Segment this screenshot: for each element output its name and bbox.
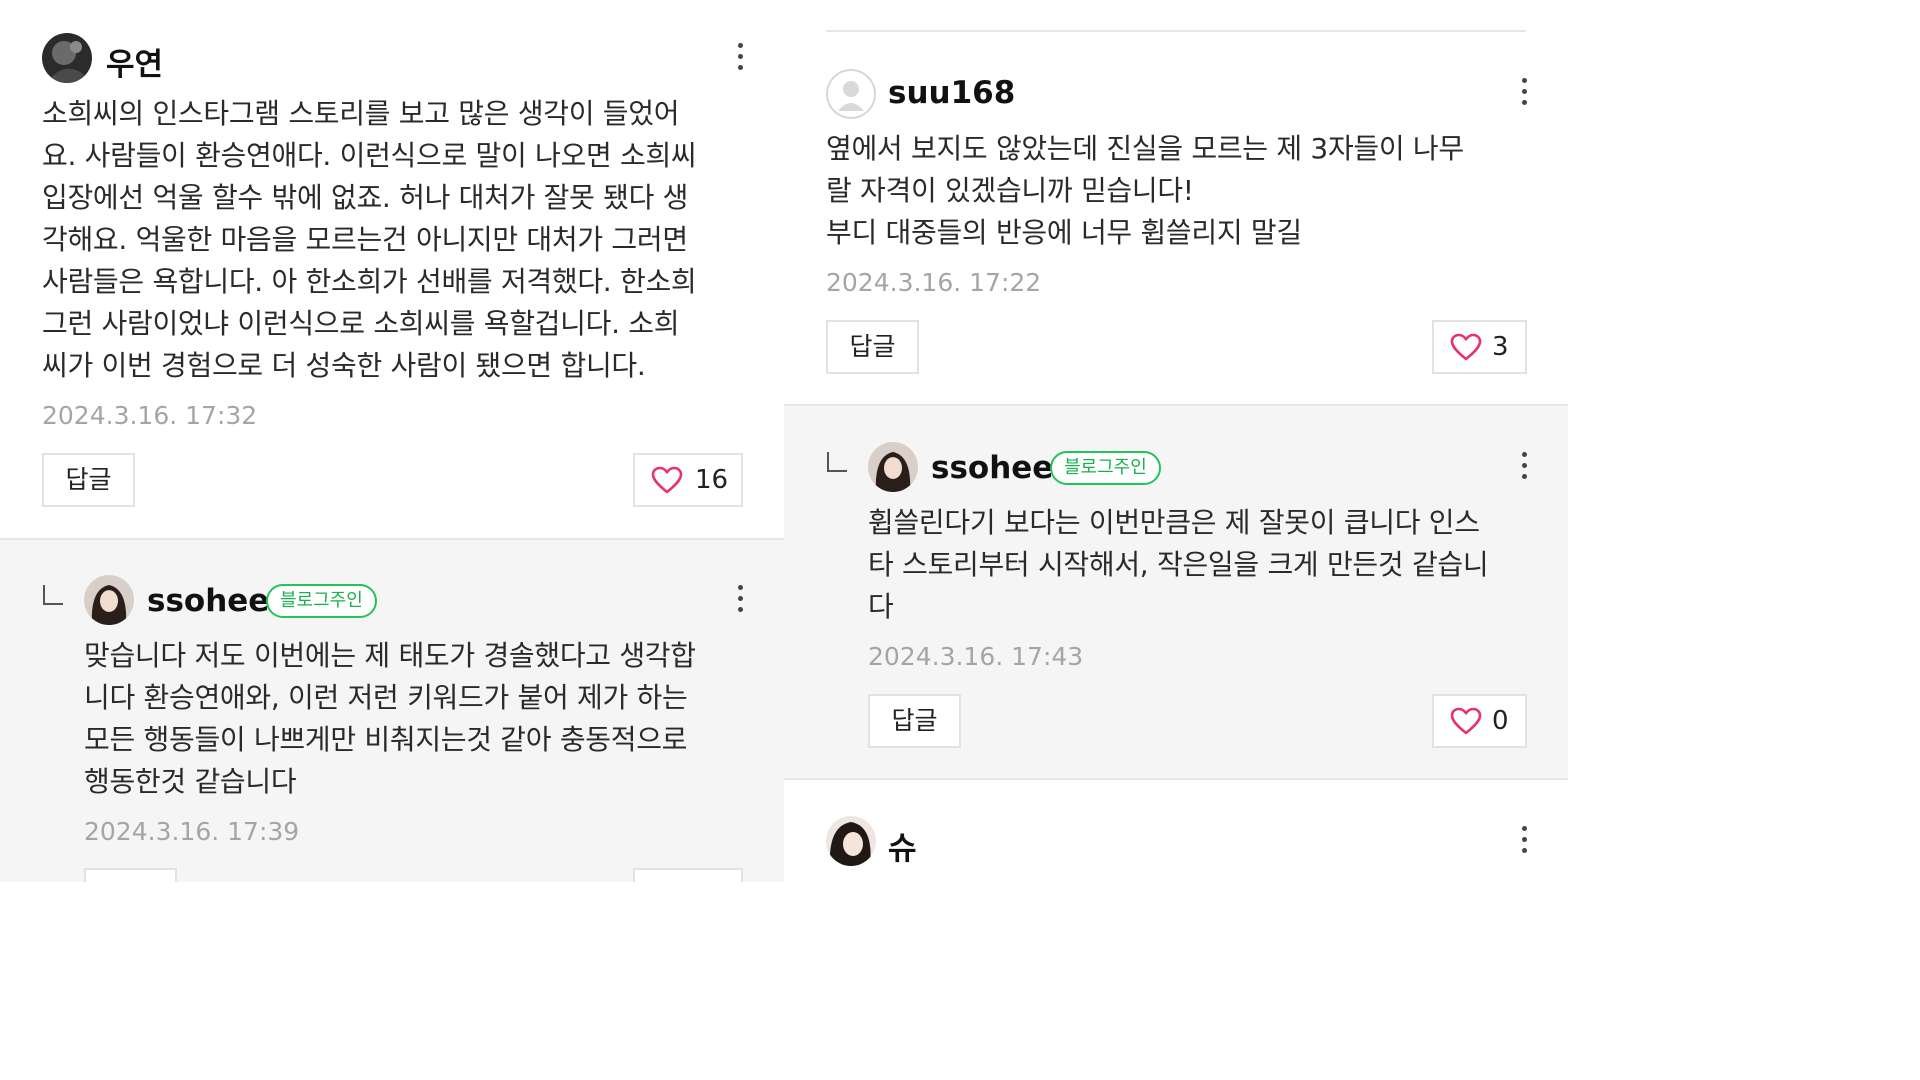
heart-outline-icon (651, 466, 683, 494)
blog-owner-badge: 블로그주인 (1050, 451, 1161, 485)
avatar[interactable] (868, 442, 918, 492)
like-count: 16 (695, 465, 729, 495)
comment-text: 옆에서 보지도 않았는데 진실을 모르는 제 3자들이 나무 랄 자격이 있겠습… (826, 132, 1464, 249)
heart-outline-icon (1450, 707, 1482, 735)
comment-item: 우연 소희씨의 인스타그램 스토리를 보고 많은 생각이 들었어 요. 사람들이… (0, 0, 784, 538)
like-button[interactable]: 16 (633, 453, 743, 507)
more-options-icon[interactable] (1518, 452, 1530, 482)
like-count: 3 (1492, 332, 1509, 362)
reply-button[interactable]: 답글 (826, 320, 919, 374)
comment-author[interactable]: ssohee (931, 450, 1053, 486)
reply-corner-icon (827, 452, 847, 472)
comment-text: 맞습니다 저도 이번에는 제 태도가 경솔했다고 생각합 니다 환승연애와, 이… (84, 639, 696, 798)
comment-author[interactable]: 우연 (106, 39, 163, 84)
reply-corner-icon (43, 585, 63, 605)
reply-item: ssohee 블로그주인 휩쓸린다기 보다는 이번만큼은 제 잘못이 큽니다 인… (784, 406, 1568, 778)
blog-owner-badge: 블로그주인 (266, 584, 377, 618)
reply-item: ssohee 블로그주인 맞습니다 저도 이번에는 제 태도가 경솔했다고 생각… (0, 540, 784, 882)
avatar[interactable] (42, 33, 92, 83)
more-options-icon[interactable] (1518, 826, 1530, 856)
comment-date: 2024.3.16. 17:22 (826, 268, 1042, 297)
comment-text: 소희씨의 인스타그램 스토리를 보고 많은 생각이 들었어 요. 사람들이 환승… (42, 97, 697, 382)
more-options-icon[interactable] (1518, 78, 1530, 108)
comment-date: 2024.3.16. 17:43 (868, 642, 1084, 671)
like-count: 0 (1492, 706, 1509, 736)
like-button[interactable]: 0 (1432, 694, 1527, 748)
reply-button[interactable]: 답글 (42, 453, 135, 507)
more-options-icon[interactable] (734, 585, 746, 615)
like-button[interactable]: 3 (1432, 320, 1527, 374)
more-options-icon[interactable] (734, 43, 746, 73)
heart-outline-icon (1450, 333, 1482, 361)
comment-author[interactable]: suu168 (888, 75, 1015, 111)
comment-item: suu168 옆에서 보지도 않았는데 진실을 모르는 제 3자들이 나무 랄 … (784, 32, 1568, 404)
right-comment-column: suu168 옆에서 보지도 않았는데 진실을 모르는 제 3자들이 나무 랄 … (784, 0, 1568, 882)
avatar[interactable] (826, 816, 876, 866)
comment-text: 휩쓸린다기 보다는 이번만큼은 제 잘못이 큽니다 인스 타 스토리부터 시작해… (868, 506, 1489, 623)
comment-item: 슈 (784, 780, 1568, 882)
reply-button[interactable] (84, 868, 177, 882)
reply-button[interactable]: 답글 (868, 694, 961, 748)
like-button[interactable] (633, 868, 743, 882)
avatar[interactable] (84, 575, 134, 625)
comment-author[interactable]: 슈 (888, 823, 917, 868)
comment-author[interactable]: ssohee (147, 583, 269, 619)
left-comment-column: 우연 소희씨의 인스타그램 스토리를 보고 많은 생각이 들었어 요. 사람들이… (0, 0, 784, 882)
comment-date: 2024.3.16. 17:39 (84, 817, 300, 846)
avatar[interactable] (826, 69, 876, 119)
comment-date: 2024.3.16. 17:32 (42, 401, 258, 430)
